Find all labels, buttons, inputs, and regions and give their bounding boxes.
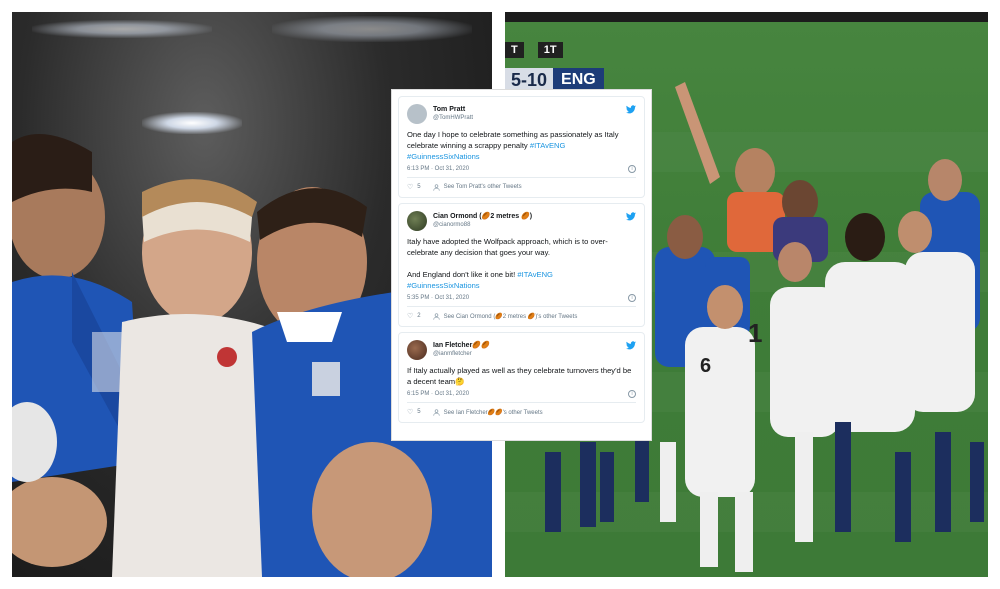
author-block: Ian Fletcher🏉🏉 @ianmfletcher: [433, 341, 490, 359]
tweet-text: Italy have adopted the Wolfpack approach…: [407, 237, 608, 279]
other-tweets-link[interactable]: See Tom Pratt's other Tweets: [444, 184, 522, 190]
tweet-header: Cian Ormond (🏉2 metres 🏉) @cianormo88: [407, 210, 636, 232]
tweet-meta: 6:15 PM · Oct 31, 2020 i: [407, 390, 636, 398]
tweet-body: One day I hope to celebrate something as…: [407, 129, 636, 162]
divider: [407, 177, 636, 178]
svg-text:1: 1: [748, 318, 762, 348]
other-tweets-link[interactable]: See Ian Fletcher🏉🏉's other Tweets: [444, 409, 543, 416]
tweet-meta: 6:13 PM · Oct 31, 2020 i: [407, 165, 636, 173]
tweet-text: One day I hope to celebrate something as…: [407, 130, 619, 150]
tweet-actions: ♡ 5 See Tom Pratt's other Tweets: [407, 181, 636, 193]
tweet-header: Ian Fletcher🏉🏉 @ianmfletcher: [407, 339, 636, 361]
avatar-silhouette-icon[interactable]: [407, 104, 427, 124]
tweet-collage-card: Tom Pratt @TomHWPratt One day I hope to …: [391, 89, 652, 441]
info-icon[interactable]: i: [628, 390, 636, 398]
like-count: 5: [417, 409, 421, 415]
svg-text:6: 6: [700, 355, 711, 377]
tweet-embed[interactable]: Ian Fletcher🏉🏉 @ianmfletcher If Italy ac…: [398, 332, 645, 423]
like-count: 5: [417, 184, 421, 190]
tweet-embed[interactable]: Tom Pratt @TomHWPratt One day I hope to …: [398, 96, 645, 198]
tweet-text: If Italy actually played as well as they…: [407, 366, 632, 386]
tweet-header: Tom Pratt @TomHWPratt: [407, 103, 636, 125]
tweet-actions: ♡ 2 See Cian Ormond (🏉2 metres 🏉)'s othe…: [407, 310, 636, 322]
info-icon[interactable]: i: [628, 294, 636, 302]
person-icon: [432, 312, 440, 320]
tweet-meta: 5:35 PM · Oct 31, 2020 i: [407, 294, 636, 302]
heart-icon[interactable]: ♡: [407, 183, 413, 191]
display-name[interactable]: Ian Fletcher🏉🏉: [433, 341, 490, 350]
divider: [407, 402, 636, 403]
avatar-photo-icon[interactable]: [407, 340, 427, 360]
tweet-timestamp[interactable]: 5:35 PM · Oct 31, 2020: [407, 295, 469, 301]
heart-icon[interactable]: ♡: [407, 408, 413, 416]
tweet-actions: ♡ 5 See Ian Fletcher🏉🏉's other Tweets: [407, 406, 636, 418]
info-icon[interactable]: i: [628, 165, 636, 173]
tweet-body: Italy have adopted the Wolfpack approach…: [407, 236, 636, 291]
twitter-bird-icon[interactable]: [626, 212, 636, 221]
tweet-timestamp[interactable]: 6:13 PM · Oct 31, 2020: [407, 166, 469, 172]
like-count: 2: [417, 313, 421, 319]
author-block: Tom Pratt @TomHWPratt: [433, 105, 473, 123]
tweet-body: If Italy actually played as well as they…: [407, 365, 636, 387]
tweet-embed[interactable]: Cian Ormond (🏉2 metres 🏉) @cianormo88 It…: [398, 203, 645, 327]
person-icon: [432, 408, 440, 416]
person-icon: [432, 183, 440, 191]
display-name[interactable]: Cian Ormond (🏉2 metres 🏉): [433, 212, 532, 221]
user-handle[interactable]: @cianormo88: [433, 221, 532, 230]
avatar-photo-icon[interactable]: [407, 211, 427, 231]
user-handle[interactable]: @TomHWPratt: [433, 114, 473, 123]
author-block: Cian Ormond (🏉2 metres 🏉) @cianormo88: [433, 212, 532, 230]
twitter-bird-icon[interactable]: [626, 341, 636, 350]
display-name[interactable]: Tom Pratt: [433, 105, 473, 114]
divider: [407, 306, 636, 307]
other-tweets-link[interactable]: See Cian Ormond (🏉2 metres 🏉)'s other Tw…: [444, 313, 578, 320]
tweet-timestamp[interactable]: 6:15 PM · Oct 31, 2020: [407, 391, 469, 397]
heart-icon[interactable]: ♡: [407, 312, 413, 320]
user-handle[interactable]: @ianmfletcher: [433, 350, 490, 359]
twitter-bird-icon[interactable]: [626, 105, 636, 114]
